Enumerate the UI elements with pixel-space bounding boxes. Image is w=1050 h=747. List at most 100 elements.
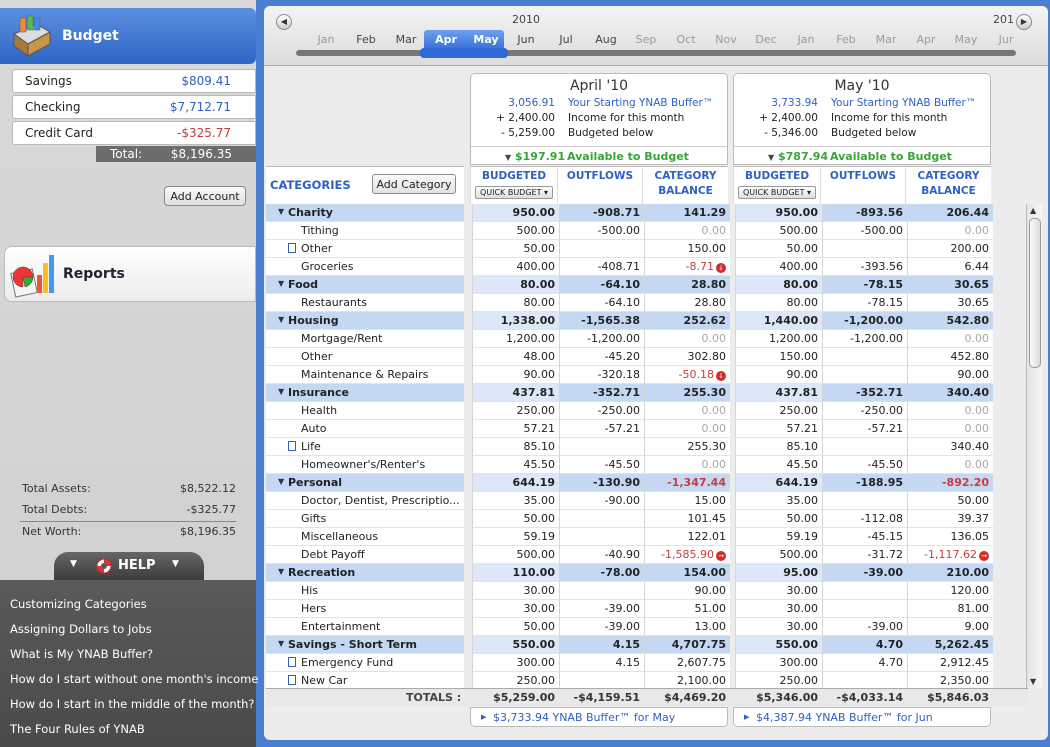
category-group-row[interactable]: ▼ Savings - Short Term 550.00 4.15 4,707.75 5…: [266, 636, 1028, 654]
budgeted-cell[interactable]: 437.81: [735, 384, 822, 402]
category-row[interactable]: Debt Payoff 500.00 -40.90 -1,585.90 → 500.00-…: [266, 546, 1028, 564]
help-link[interactable]: How do I start in the middle of the mont…: [10, 697, 255, 711]
category-row[interactable]: Auto 57.21 -57.21 0.00 57.21 -57.21 0.00: [266, 420, 1028, 438]
help-link[interactable]: The Four Rules of YNAB: [10, 722, 145, 736]
month-label[interactable]: Sep: [626, 33, 666, 46]
budgeted-cell[interactable]: 85.10: [735, 438, 822, 456]
month-label[interactable]: Aug: [586, 33, 626, 46]
month-label[interactable]: Feb: [346, 33, 386, 46]
category-group-row[interactable]: ▼ Food 80.00 -64.10 28.80 80.00 -78.15 30.65: [266, 276, 1028, 294]
category-row[interactable]: Gifts 50.00 101.45 50.00 -112.08 39.37: [266, 510, 1028, 528]
category-name-cell[interactable]: ▼ Insurance: [266, 384, 464, 402]
buffer-footer-may[interactable]: ▶ $4,387.94 YNAB Buffer™ for Jun: [733, 707, 991, 727]
category-name-cell[interactable]: Doctor, Dentist, Prescriptio...: [266, 492, 464, 510]
budgeted-cell[interactable]: 50.00: [735, 510, 822, 528]
budgeted-cell[interactable]: 90.00: [735, 366, 822, 384]
budgeted-cell[interactable]: 50.00: [472, 510, 559, 528]
previous-month-icon[interactable]: ◀: [276, 14, 292, 30]
budgeted-cell[interactable]: 300.00: [735, 654, 822, 672]
budgeted-cell[interactable]: 500.00: [472, 222, 559, 240]
month-label[interactable]: Mar: [866, 33, 906, 46]
category-name-cell[interactable]: Tithing: [266, 222, 464, 240]
budgeted-cell[interactable]: 59.19: [735, 528, 822, 546]
overspent-arrow-icon[interactable]: ↓: [716, 371, 726, 381]
reports-nav-button[interactable]: Reports: [4, 246, 256, 302]
budgeted-cell[interactable]: 300.00: [472, 654, 559, 672]
buffer-footer-april[interactable]: ▶ $3,733.94 YNAB Buffer™ for May: [470, 707, 728, 727]
category-name-cell[interactable]: Other: [266, 240, 464, 258]
budgeted-cell[interactable]: 500.00: [735, 546, 822, 564]
timeline-thumb[interactable]: [420, 48, 508, 58]
category-group-row[interactable]: ▼ Housing 1,338.00 -1,565.38 252.62 1,440.00 -…: [266, 312, 1028, 330]
budgeted-cell[interactable]: 500.00: [735, 222, 822, 240]
add-account-button[interactable]: Add Account: [164, 186, 246, 206]
scroll-up-icon[interactable]: ▲: [1030, 206, 1036, 215]
overspent-arrow-icon[interactable]: →: [979, 551, 989, 561]
category-row[interactable]: Homeowner's/Renter's 45.50 -45.50 0.00 45.50…: [266, 456, 1028, 474]
sidebar-splitter-handle[interactable]: [256, 280, 264, 470]
account-credit-card[interactable]: Credit Card -$325.77: [12, 121, 256, 145]
category-name-cell[interactable]: Health: [266, 402, 464, 420]
note-icon[interactable]: [288, 441, 296, 451]
category-name-cell[interactable]: Gifts: [266, 510, 464, 528]
category-group-row[interactable]: ▼ Personal 644.19 -130.90 -1,347.44 644.19 -18…: [266, 474, 1028, 492]
category-row[interactable]: Hers 30.00 -39.00 51.00 30.00 81.00: [266, 600, 1028, 618]
category-row[interactable]: Groceries 400.00 -408.71 -8.71 ↓ 400.00 -393.5…: [266, 258, 1028, 276]
month-label[interactable]: Apr: [426, 33, 466, 46]
budgeted-cell[interactable]: 1,440.00: [735, 312, 822, 330]
budgeted-cell[interactable]: 1,200.00: [735, 330, 822, 348]
budgeted-cell[interactable]: 250.00: [735, 402, 822, 420]
quick-budget-dropdown[interactable]: QUICK BUDGET ▾: [475, 186, 553, 199]
timeline-track[interactable]: [296, 50, 1016, 56]
budgeted-cell[interactable]: 550.00: [472, 636, 559, 654]
help-link[interactable]: What is My YNAB Buffer?: [10, 647, 153, 661]
budgeted-cell[interactable]: 30.00: [472, 582, 559, 600]
next-month-icon[interactable]: ▶: [1016, 14, 1032, 30]
overspent-arrow-icon[interactable]: ↓: [716, 263, 726, 273]
scroll-down-icon[interactable]: ▼: [1030, 677, 1036, 686]
month-label[interactable]: Jan: [306, 33, 346, 46]
month-label[interactable]: Jur: [986, 33, 1026, 46]
month-label[interactable]: Jul: [546, 33, 586, 46]
category-name-cell[interactable]: Other: [266, 348, 464, 366]
category-name-cell[interactable]: ▼ Personal: [266, 474, 464, 492]
budgeted-cell[interactable]: 1,338.00: [472, 312, 559, 330]
note-icon[interactable]: [288, 675, 296, 685]
category-row[interactable]: Doctor, Dentist, Prescriptio... 35.00 -90.…: [266, 492, 1028, 510]
vertical-scrollbar[interactable]: ▲ ▼: [1026, 204, 1042, 688]
category-name-cell[interactable]: Groceries: [266, 258, 464, 276]
overspent-arrow-icon[interactable]: →: [716, 551, 726, 561]
month-label[interactable]: Jun: [506, 33, 546, 46]
budgeted-cell[interactable]: 950.00: [735, 204, 822, 222]
category-name-cell[interactable]: Hers: [266, 600, 464, 618]
category-row[interactable]: Other 48.00 -45.20 302.80 150.00 452.80: [266, 348, 1028, 366]
category-group-row[interactable]: ▼ Insurance 437.81 -352.71 255.30 437.81 -352.…: [266, 384, 1028, 402]
budgeted-cell[interactable]: 30.00: [472, 600, 559, 618]
quick-budget-dropdown[interactable]: QUICK BUDGET ▾: [738, 186, 816, 199]
help-link[interactable]: How do I start without one month's incom…: [10, 672, 258, 686]
budgeted-cell[interactable]: 50.00: [472, 240, 559, 258]
category-name-cell[interactable]: Auto: [266, 420, 464, 438]
category-name-cell[interactable]: Restaurants: [266, 294, 464, 312]
category-name-cell[interactable]: Maintenance & Repairs: [266, 366, 464, 384]
budgeted-cell[interactable]: 644.19: [472, 474, 559, 492]
budgeted-cell[interactable]: 57.21: [472, 420, 559, 438]
category-row[interactable]: Entertainment 50.00 -39.00 13.00 30.00 -39.00…: [266, 618, 1028, 636]
budgeted-cell[interactable]: 59.19: [472, 528, 559, 546]
category-row[interactable]: Maintenance & Repairs 90.00 -320.18 -50.18 ↓…: [266, 366, 1028, 384]
collapse-triangle-icon[interactable]: ▼: [278, 207, 284, 216]
category-row[interactable]: Emergency Fund 300.00 4.15 2,607.75 300.00 4.…: [266, 654, 1028, 672]
category-row[interactable]: Tithing 500.00 -500.00 0.00 500.00 -500.00 0.0…: [266, 222, 1028, 240]
category-row[interactable]: Restaurants 80.00 -64.10 28.80 80.00 -78.15 30…: [266, 294, 1028, 312]
category-row[interactable]: His 30.00 90.00 30.00 120.00: [266, 582, 1028, 600]
category-name-cell[interactable]: His: [266, 582, 464, 600]
budgeted-cell[interactable]: 50.00: [472, 618, 559, 636]
category-name-cell[interactable]: ▼ Food: [266, 276, 464, 294]
category-name-cell[interactable]: ▼ Housing: [266, 312, 464, 330]
category-name-cell[interactable]: Emergency Fund: [266, 654, 464, 672]
budgeted-cell[interactable]: 50.00: [735, 240, 822, 258]
collapse-triangle-icon[interactable]: ▼: [278, 279, 284, 288]
category-group-row[interactable]: ▼ Recreation 110.00 -78.00 154.00 95.00 -39.00…: [266, 564, 1028, 582]
category-row[interactable]: Life 85.10 255.30 85.10 340.40: [266, 438, 1028, 456]
budgeted-cell[interactable]: 45.50: [472, 456, 559, 474]
